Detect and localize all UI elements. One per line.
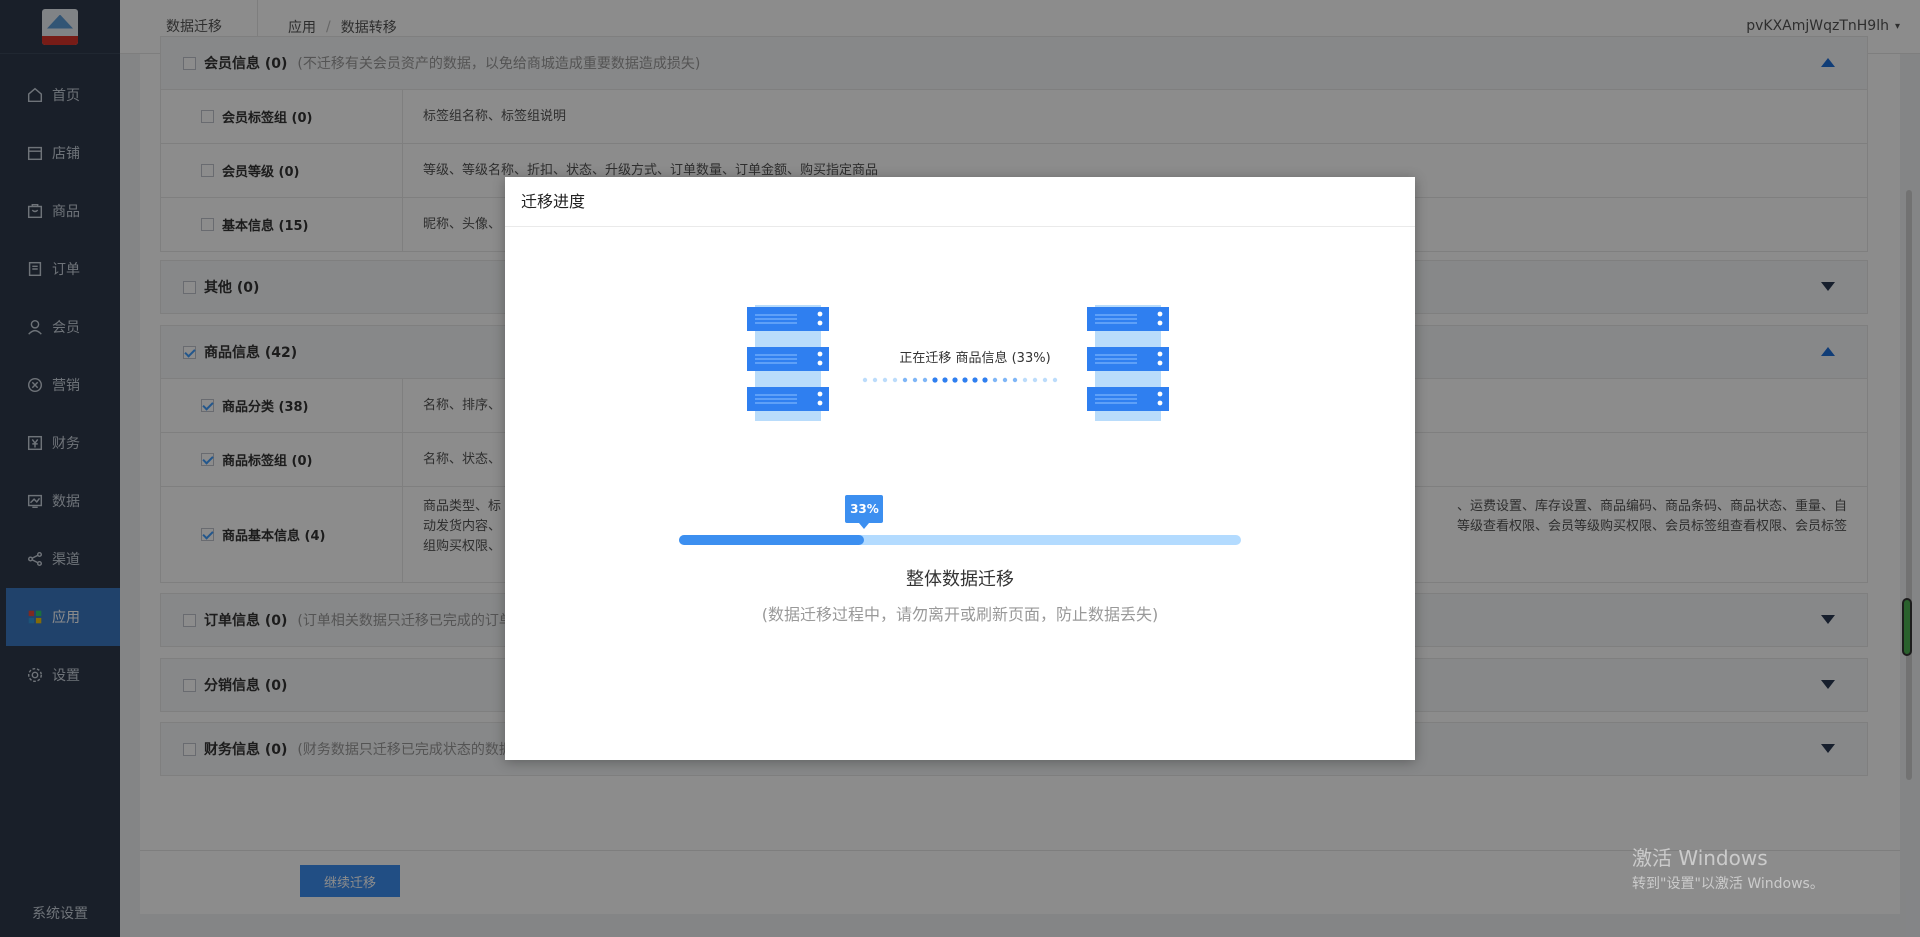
- windows-activation-watermark: 激活 Windows 转到"设置"以激活 Windows。: [1632, 842, 1824, 893]
- watermark-line: 转到"设置"以激活 Windows。: [1632, 876, 1824, 892]
- transfer-dot: [992, 377, 998, 383]
- transfer-dot: [862, 377, 868, 383]
- target-server-icon: [1087, 305, 1169, 421]
- migration-warning-text: (数据迁移过程中，请勿离开或刷新页面，防止数据丢失): [761, 605, 1159, 624]
- transfer-dot: [872, 377, 878, 383]
- transfer-dot: [972, 377, 978, 383]
- transfer-dot: [1032, 377, 1038, 383]
- transfer-dot: [962, 377, 968, 383]
- overall-migration-label: 整体数据迁移: [906, 569, 1014, 590]
- transfer-dot: [882, 377, 888, 383]
- watermark-line: 激活 Windows: [1632, 846, 1768, 870]
- source-server-icon: [747, 305, 829, 421]
- transfer-dot: [1052, 377, 1058, 383]
- progress-bar-fill: [679, 535, 865, 545]
- transfer-dot: [1042, 377, 1048, 383]
- transfer-dot: [922, 377, 928, 383]
- transfer-dot: [982, 377, 988, 383]
- transfer-dot: [932, 377, 938, 383]
- transfer-dot: [902, 377, 908, 383]
- transfer-dot: [942, 377, 948, 383]
- transfer-dot: [1022, 377, 1028, 383]
- transfer-dot: [892, 377, 898, 383]
- progress-bar: [679, 535, 1241, 545]
- transfer-dot: [1002, 377, 1008, 383]
- transfer-dots-icon: [862, 377, 1058, 383]
- dialog-title: 迁移进度: [505, 177, 1415, 227]
- transfer-dot: [952, 377, 958, 383]
- migration-progress-dialog: 迁移进度 正在迁移 商品信息 (33%) 33% 整体数据迁移 (数据迁移过程中…: [505, 177, 1415, 760]
- progress-percent-tag: 33%: [845, 495, 884, 529]
- migration-status-text: 正在迁移 商品信息 (33%): [899, 351, 1051, 366]
- transfer-dot: [912, 377, 918, 383]
- transfer-dot: [1012, 377, 1018, 383]
